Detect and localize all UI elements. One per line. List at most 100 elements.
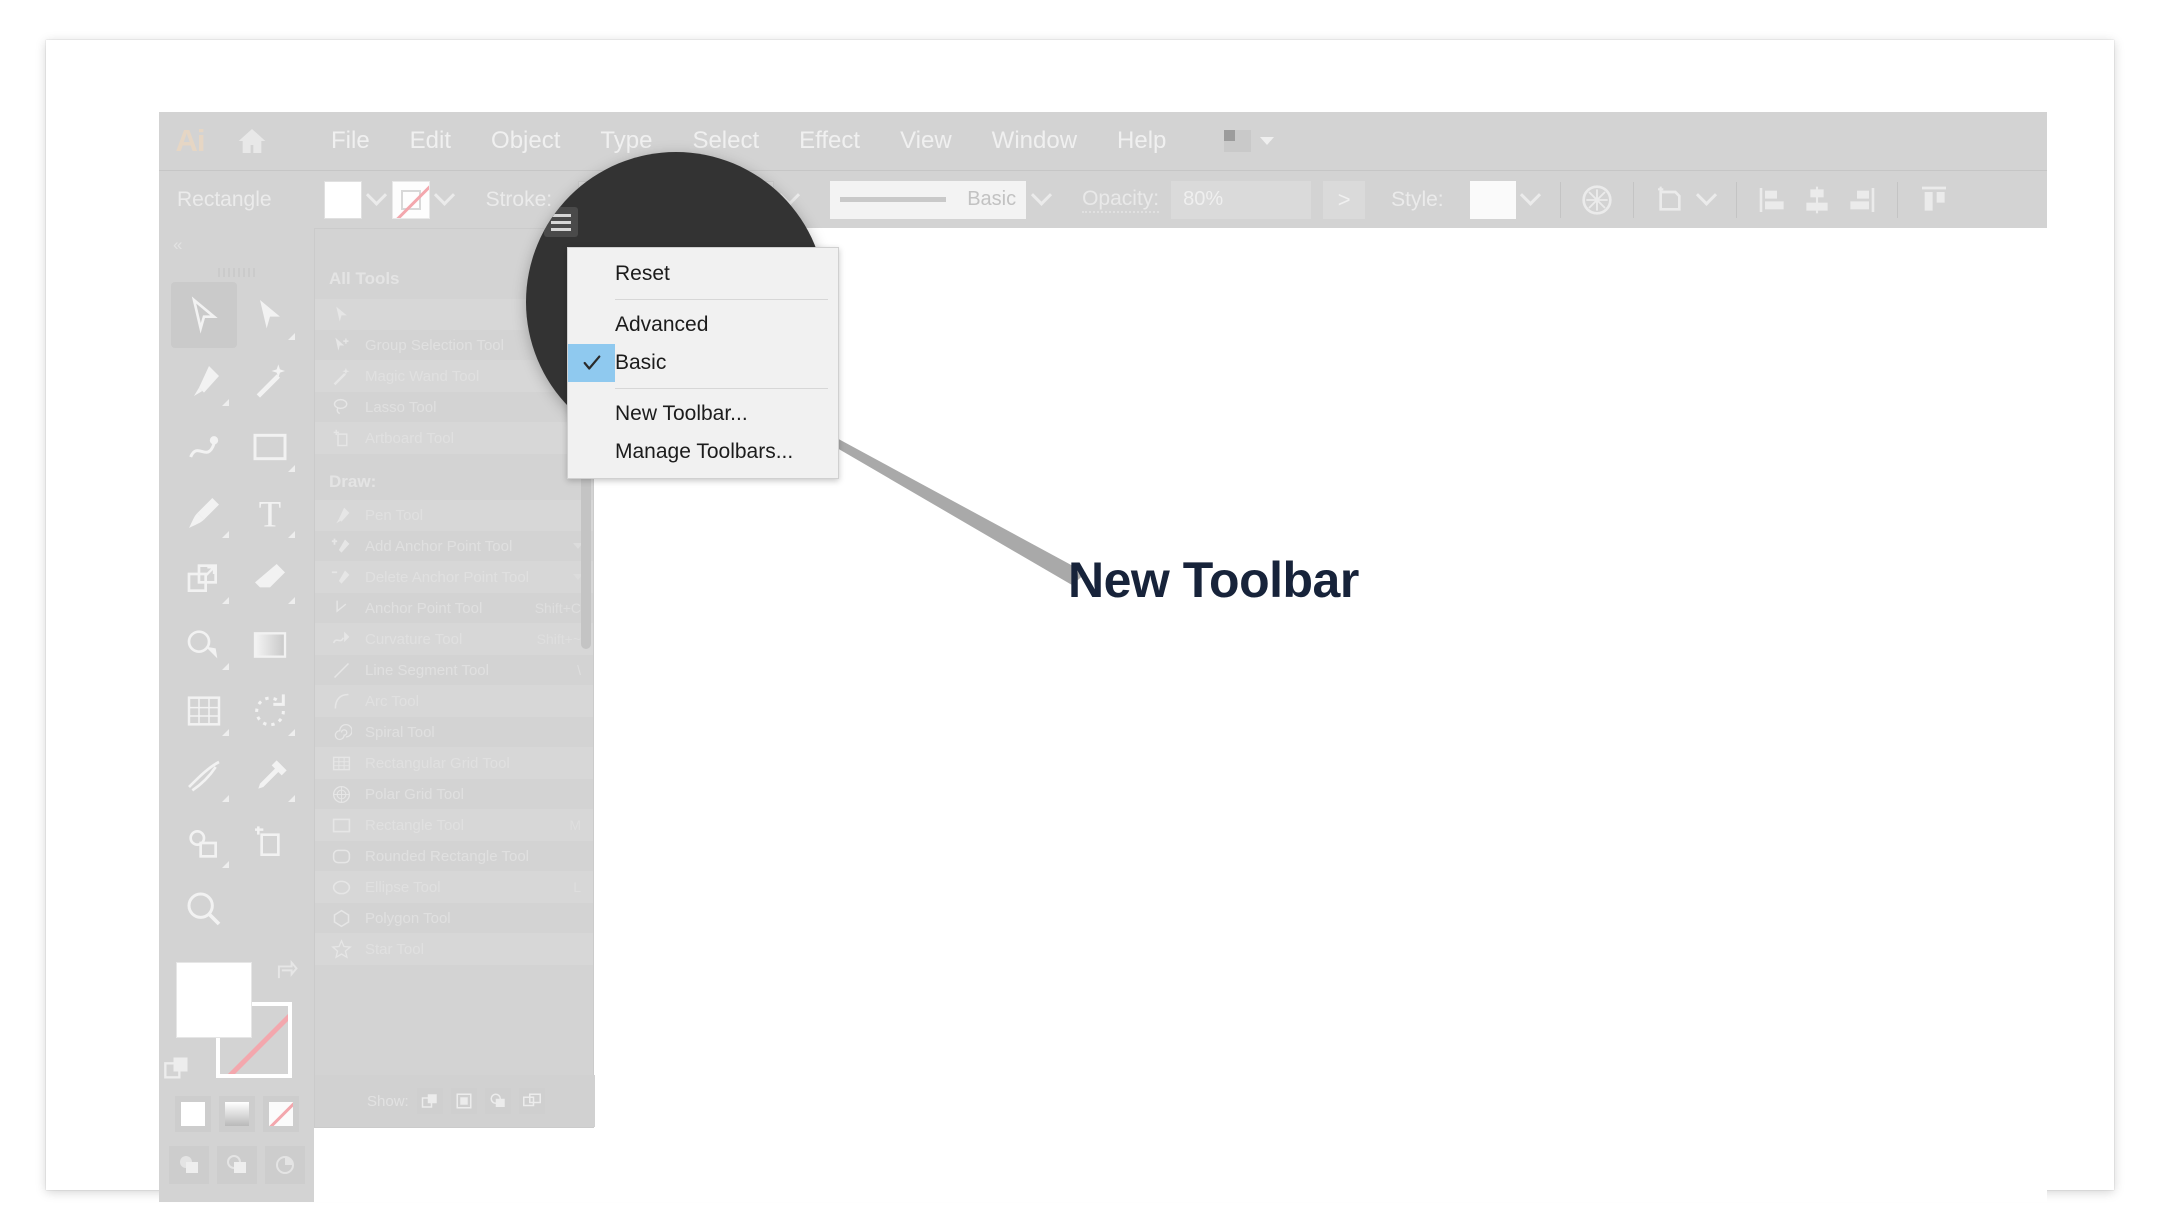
menu-item-label: New Toolbar...	[615, 402, 748, 425]
menu-view[interactable]: View	[880, 112, 972, 170]
list-item[interactable]: Arc Tool	[315, 686, 593, 717]
fill-swatch[interactable]	[323, 180, 362, 219]
home-icon[interactable]	[221, 112, 283, 170]
opacity-value-field[interactable]: 80%	[1171, 180, 1312, 219]
list-item[interactable]: Rectangle Tool M	[315, 810, 593, 841]
tool-curvature-tool[interactable]	[171, 414, 237, 480]
list-item[interactable]: Rounded Rectangle Tool	[315, 841, 593, 872]
menu-item-reset[interactable]: Reset	[568, 255, 838, 293]
list-item-label: Pen Tool	[365, 506, 424, 524]
stroke-dropdown-chevron-icon[interactable]	[430, 181, 460, 219]
tool-pen-tool[interactable]	[171, 348, 237, 414]
list-item[interactable]: Pen Tool	[315, 500, 593, 531]
list-item[interactable]: Polar Grid Tool	[315, 779, 593, 810]
menu-item-manage-toolbars[interactable]: Manage Toolbars...	[568, 433, 838, 471]
color-mode-buttons	[159, 1096, 314, 1132]
align-left-icon[interactable]	[1751, 180, 1795, 220]
tool-artboard-tool[interactable]	[237, 810, 303, 876]
opacity-label[interactable]: Opacity:	[1082, 187, 1160, 213]
tool-rotate-tool[interactable]	[237, 678, 303, 744]
style-chevron-icon[interactable]	[1516, 181, 1546, 219]
show-screen-modes-icon[interactable]	[518, 1088, 545, 1114]
draw-inside-icon[interactable]	[264, 1146, 305, 1184]
check-placeholder	[568, 395, 615, 433]
menu-item-basic[interactable]: Basic	[568, 344, 838, 382]
options-bar: Rectangle Stroke: Basic Opacity: 80% > S…	[159, 170, 2047, 228]
tool-eraser-tool[interactable]	[237, 546, 303, 612]
align-horizontal-center-icon[interactable]	[1795, 180, 1839, 220]
screenshot-card: Ai File Edit Object Type Select Effect V…	[46, 40, 2114, 1202]
tool-group-corner	[221, 795, 229, 802]
default-fill-stroke-icon[interactable]	[163, 1054, 191, 1082]
stroke-profile-chevron-icon[interactable]	[1026, 181, 1056, 219]
tool-group-corner	[221, 597, 229, 604]
list-item-label: Curvature Tool	[365, 630, 463, 648]
align-right-icon[interactable]	[1839, 180, 1883, 220]
draw-behind-icon[interactable]	[216, 1146, 257, 1184]
tool-selection-tool[interactable]	[170, 282, 237, 348]
show-drawing-modes-icon[interactable]	[484, 1088, 511, 1114]
menu-item-new-toolbar[interactable]: New Toolbar...	[568, 395, 838, 433]
opacity-more-button[interactable]: >	[1323, 180, 1366, 219]
tool-width-tool[interactable]	[171, 744, 237, 810]
list-item[interactable]: Anchor Point Tool Shift+C	[315, 593, 593, 624]
none-swatch	[268, 1102, 293, 1126]
list-item-label: Rounded Rectangle Tool	[365, 847, 530, 865]
tool-gradient-tool[interactable]	[237, 612, 303, 678]
artboard-chevron-icon[interactable]	[1692, 181, 1722, 219]
tool-shape-builder-tool[interactable]	[171, 612, 237, 678]
collapse-panel-button[interactable]: «	[159, 228, 314, 262]
list-item[interactable]: Polygon Tool	[315, 903, 593, 934]
menu-window[interactable]: Window	[972, 112, 1097, 170]
list-item[interactable]: Spiral Tool	[315, 717, 593, 748]
tool-zoom-tool[interactable]	[171, 876, 237, 942]
arrange-documents-icon[interactable]	[1224, 130, 1275, 152]
tool-type-tool[interactable]: T	[237, 480, 303, 546]
svg-text:T: T	[258, 493, 280, 533]
align-top-icon[interactable]	[1912, 180, 1956, 220]
curvature-tool-icon	[329, 628, 353, 650]
show-fill-stroke-icon[interactable]	[450, 1088, 477, 1114]
list-item[interactable]: Ellipse Tool L	[315, 872, 593, 903]
list-item[interactable]: Rectangular Grid Tool	[315, 748, 593, 779]
list-item-label: Star Tool	[365, 940, 424, 958]
fill-color[interactable]	[176, 962, 252, 1038]
menu-bar: Ai File Edit Object Type Select Effect V…	[159, 112, 2047, 170]
list-item[interactable]: Add Anchor Point Tool	[315, 531, 593, 562]
menu-edit[interactable]: Edit	[390, 112, 471, 170]
style-swatch[interactable]	[1469, 180, 1516, 219]
menu-file[interactable]: File	[311, 112, 390, 170]
tool-direct-selection-tool[interactable]	[237, 282, 303, 348]
stroke-swatch[interactable]	[391, 180, 430, 219]
color-mode-gradient[interactable]	[218, 1096, 255, 1132]
lasso-tool-icon	[329, 396, 353, 418]
divider	[1559, 181, 1561, 218]
menu-item-advanced[interactable]: Advanced	[568, 306, 838, 344]
color-mode-none[interactable]	[262, 1096, 299, 1132]
checkmark-icon	[568, 344, 615, 382]
draw-normal-icon[interactable]	[168, 1146, 209, 1184]
artboard-options-icon[interactable]	[1648, 180, 1692, 220]
tool-paintbrush-tool[interactable]	[171, 480, 237, 546]
tool-perspective-grid-tool[interactable]	[171, 678, 237, 744]
transparency-grid-icon[interactable]	[1575, 180, 1619, 220]
toolbar-options-menu-icon[interactable]	[544, 207, 578, 237]
show-default-tools-icon[interactable]	[416, 1088, 443, 1114]
panel-grip[interactable]	[159, 262, 314, 282]
tool-rectangle-tool[interactable]	[237, 414, 303, 480]
swap-fill-stroke-icon[interactable]	[276, 958, 302, 984]
list-item-label: Polygon Tool	[365, 909, 451, 927]
tool-magic-wand-tool[interactable]	[237, 348, 303, 414]
list-item[interactable]: Delete Anchor Point Tool	[315, 562, 593, 593]
stroke-profile-field[interactable]: Basic	[830, 180, 1027, 219]
list-item[interactable]: Line Segment Tool \	[315, 655, 593, 686]
tool-free-transform-tool[interactable]	[171, 546, 237, 612]
menu-help[interactable]: Help	[1097, 112, 1186, 170]
arrange-glyph	[1224, 130, 1252, 152]
tool-symbol-sprayer-tool[interactable]	[171, 810, 237, 876]
list-item[interactable]: Star Tool	[315, 934, 593, 965]
fill-dropdown-chevron-icon[interactable]	[362, 181, 392, 219]
color-mode-solid[interactable]	[174, 1096, 211, 1132]
tool-eyedropper-tool[interactable]	[237, 744, 303, 810]
list-item[interactable]: Curvature Tool Shift+~	[315, 624, 593, 655]
